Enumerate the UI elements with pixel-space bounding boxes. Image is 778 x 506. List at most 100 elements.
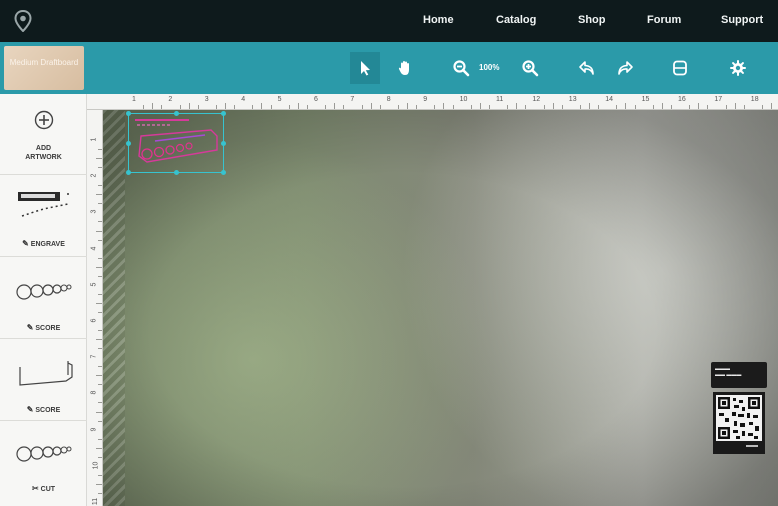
ruler-tick: [98, 438, 102, 440]
ruler-number: 3: [204, 96, 209, 103]
ruler-number: 8: [386, 96, 391, 103]
select-tool-button[interactable]: [350, 52, 380, 84]
ruler-tick: [215, 105, 217, 109]
nav-shop-link[interactable]: Shop: [578, 14, 606, 26]
ruler-tick: [197, 105, 199, 109]
ruler-tick: [452, 105, 454, 109]
ruler-tick: [589, 103, 590, 109]
ruler-tick: [725, 105, 727, 109]
ruler-tick: [96, 194, 102, 196]
score-action[interactable]: ✎ Score: [0, 323, 87, 333]
bed-camera-canvas[interactable]: ▬▬▬ ▬▬ ▬▬▬: [103, 110, 778, 506]
undo-button[interactable]: [572, 52, 602, 84]
ruler-tick: [288, 105, 290, 109]
ruler-tick: [771, 103, 772, 109]
zoom-out-button[interactable]: [446, 52, 476, 84]
artwork-layer-cut[interactable]: ✂ Cut: [0, 421, 87, 506]
editor-toolbar: [0, 42, 778, 94]
resize-handle-top-left[interactable]: [126, 111, 131, 116]
nav-catalog-link[interactable]: Catalog: [496, 14, 536, 26]
zoom-in-button[interactable]: [515, 52, 545, 84]
material-selector-button[interactable]: Medium Draftboard: [4, 46, 84, 90]
scissors-icon: ✂: [31, 484, 39, 493]
top-navigation-bar: Home Catalog Shop Forum Support: [0, 0, 778, 42]
selected-artwork[interactable]: [126, 111, 226, 175]
pencil-icon: ✎: [26, 405, 34, 414]
ruler-tick: [98, 330, 102, 332]
score-action[interactable]: ✎ Score: [0, 405, 87, 415]
resize-handle-bottom-right[interactable]: [221, 170, 226, 175]
zoom-level-readout: 100%: [479, 63, 500, 72]
ruler-tick: [325, 105, 327, 109]
ruler-tick: [179, 105, 181, 109]
nav-home-link[interactable]: Home: [423, 14, 454, 26]
redo-button[interactable]: [610, 52, 640, 84]
zoom-out-icon: [453, 60, 470, 77]
ruler-tick: [361, 105, 363, 109]
ruler-tick: [225, 103, 226, 109]
ruler-tick: [252, 105, 254, 109]
ruler-number: 13: [568, 96, 577, 103]
ruler-tick: [96, 447, 102, 449]
ruler-tick: [98, 167, 102, 169]
nav-forum-link[interactable]: Forum: [647, 14, 681, 26]
cut-action-label: Cut: [40, 486, 56, 493]
pin-logo-icon[interactable]: [14, 10, 32, 32]
ruler-tick: [443, 103, 445, 109]
vertical-ruler: 1 2 3 4 5 6 7 8 9 10 11: [87, 110, 103, 506]
ruler-tick: [96, 158, 102, 160]
ruler-tick: [343, 105, 345, 109]
ruler-tick: [98, 420, 102, 422]
material-icon: [673, 60, 687, 76]
ruler-tick: [98, 456, 102, 458]
ruler-tick: [561, 105, 563, 109]
resize-handle-top-right[interactable]: [221, 111, 226, 116]
artwork-layer-score-outline[interactable]: ✎ Score: [0, 339, 87, 421]
ruler-number: 17: [714, 96, 723, 103]
resize-handle-top[interactable]: [174, 111, 179, 116]
pan-tool-button[interactable]: [390, 52, 420, 84]
material-tag-text: ▬▬▬ ▬▬ ▬▬▬: [715, 366, 742, 378]
resize-handle-right[interactable]: [221, 141, 226, 146]
undo-icon: [579, 61, 594, 75]
ruler-tick: [407, 103, 408, 109]
engrave-action[interactable]: ✎ Engrave: [0, 239, 87, 249]
engrave-action-label: Engrave: [30, 241, 65, 248]
material-qr-tag: ▬▬▬ ▬▬ ▬▬▬: [711, 362, 767, 454]
ruler-tick: [98, 203, 102, 205]
ruler-tick: [543, 105, 545, 109]
resize-handle-left[interactable]: [126, 141, 131, 146]
add-artwork-button[interactable]: Add Artwork: [0, 94, 87, 175]
ruler-tick: [525, 105, 527, 109]
artwork-layer-score-circles[interactable]: ✎ Score: [0, 257, 87, 339]
artwork-layer-engrave[interactable]: ✎ Engrave: [0, 175, 87, 257]
ruler-tick: [98, 366, 102, 368]
ruler-tick: [488, 105, 490, 109]
ruler-number: 16: [678, 96, 686, 103]
resize-handle-bottom-left[interactable]: [126, 170, 131, 175]
settings-button[interactable]: [723, 52, 753, 84]
add-circle-icon: [34, 110, 54, 130]
ruler-number: 3: [90, 209, 98, 214]
score-action-label: Score: [35, 407, 61, 414]
select-arrow-icon: [361, 61, 370, 76]
ruler-tick: [616, 105, 618, 109]
ruler-number: 4: [241, 96, 246, 103]
ruler-tick: [434, 105, 436, 109]
ruler-tick: [98, 239, 102, 241]
ruler-tick: [98, 402, 102, 404]
horizontal-ruler: 1 2 3 4 5 6 7 8 9 10 11 12 13 14 15 16 17 18: [87, 94, 778, 110]
resize-handle-bottom[interactable]: [174, 170, 179, 175]
material-settings-button[interactable]: [665, 52, 695, 84]
ruler-tick: [670, 105, 672, 109]
ruler-tick: [579, 105, 581, 109]
qr-code: [713, 392, 765, 454]
nav-support-link[interactable]: Support: [721, 14, 763, 26]
engrave-artwork-thumbnail: [18, 192, 69, 217]
ruler-number: 1: [90, 137, 98, 142]
ruler-number: 6: [90, 318, 98, 323]
ruler-number: 9: [423, 96, 428, 103]
cut-action[interactable]: ✂ Cut: [0, 484, 87, 494]
ruler-number: 11: [92, 497, 100, 506]
ruler-tick: [516, 103, 518, 109]
